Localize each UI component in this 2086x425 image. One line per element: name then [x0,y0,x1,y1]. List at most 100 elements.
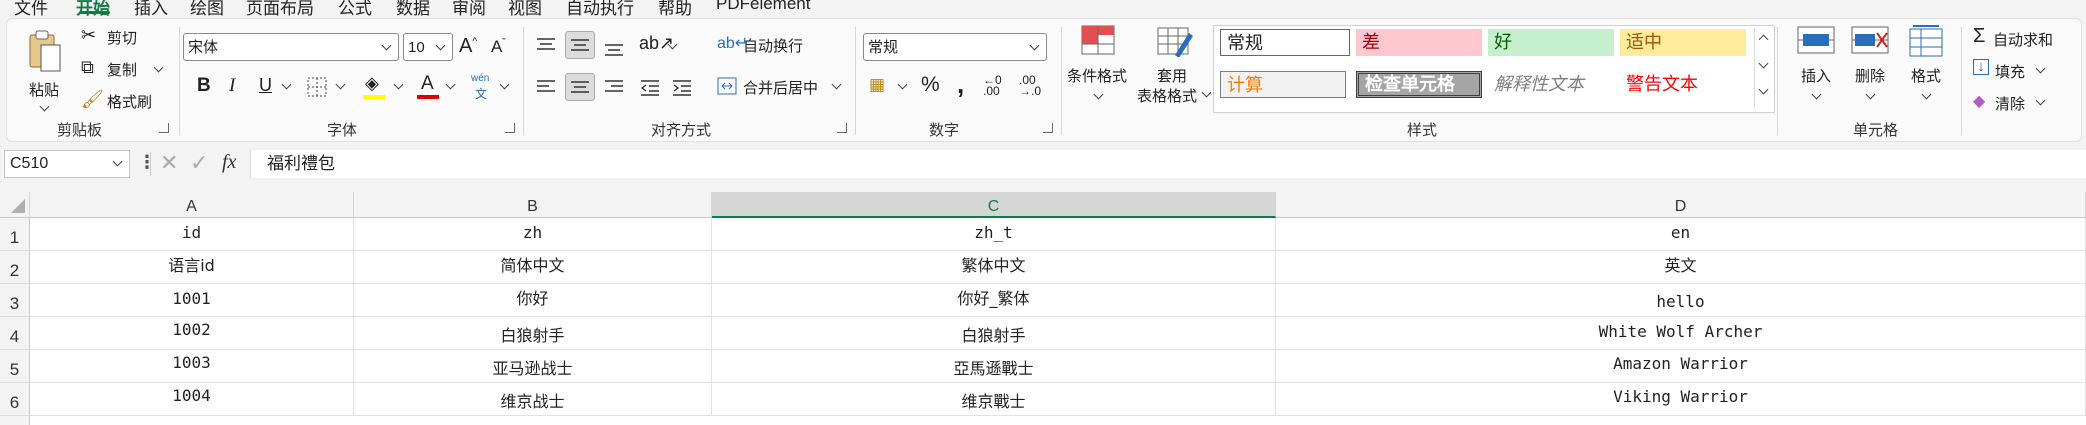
borders-icon[interactable] [307,77,327,97]
menu-data[interactable]: 数据 [396,0,430,16]
column-header-b[interactable]: B [354,192,712,218]
merge-center-button[interactable]: 合并后居中 [717,73,849,99]
accounting-dropdown-icon[interactable] [897,79,908,90]
cell-b1[interactable]: zh [354,218,712,251]
row-header-6[interactable]: 6 [0,383,30,416]
wrap-text-button[interactable]: ab↵ 自动换行 [717,31,837,57]
menu-page-layout[interactable]: 页面布局 [246,0,314,16]
decrease-decimal-icon[interactable]: .00 →.0 [1019,74,1041,97]
menu-review[interactable]: 审阅 [452,0,486,16]
format-painter-button[interactable]: 🖌 格式刷 [81,89,181,113]
style-warning[interactable]: 警告文本 [1620,71,1746,98]
cell-d2[interactable]: 英文 [1276,251,2086,284]
cell-c1[interactable]: zh_t [712,218,1276,251]
cell-d5[interactable]: Amazon Warrior [1276,350,2086,383]
autosum-button[interactable]: Σ 自动求和 [1973,25,2081,51]
cell-a5[interactable]: 1003 [30,350,354,383]
align-center-button[interactable] [565,73,595,101]
cell-d4[interactable]: White Wolf Archer [1276,317,2086,350]
font-name-select[interactable]: 宋体 [183,33,399,61]
fill-button[interactable]: ↓ 填充 [1973,59,2081,83]
delete-cells-button[interactable]: 删除 [1847,25,1893,109]
cell-b4[interactable]: 白狼射手 [354,317,712,350]
scroll-down-icon[interactable] [1758,58,1769,69]
column-header-d[interactable]: D [1276,192,2086,218]
scroll-up-icon[interactable] [1758,34,1769,45]
cell-d1[interactable]: en [1276,218,2086,251]
cell-b3[interactable]: 你好 [354,284,712,317]
decrease-font-icon[interactable]: Aˇ [491,37,506,57]
row-header-7[interactable] [0,416,30,425]
insert-function-icon[interactable]: fx [222,151,236,174]
paste-button[interactable]: 粘贴 [21,27,67,115]
select-all-corner[interactable] [0,192,30,218]
row-header-4[interactable]: 4 [0,317,30,350]
clipboard-launcher-icon[interactable] [159,123,169,133]
menu-view[interactable]: 视图 [508,0,542,16]
cancel-icon[interactable]: ✕ [160,150,178,176]
menu-draw[interactable]: 绘图 [190,0,224,16]
gallery-more-icon[interactable] [1758,84,1769,95]
formula-input[interactable]: 福利禮包 [250,150,2086,178]
phonetic-dropdown-icon[interactable] [499,79,510,90]
gallery-scroll[interactable] [1754,28,1771,108]
style-normal[interactable]: 常规 [1220,29,1350,56]
copy-button[interactable]: ⧉ 复制 [81,57,181,81]
cell-a3[interactable]: 1001 [30,284,354,317]
cell-b5[interactable]: 亚马逊战士 [354,350,712,383]
font-color-dropdown-icon[interactable] [445,79,456,90]
cell-a2[interactable]: 语言id [30,251,354,284]
font-size-select[interactable]: 10 [403,33,453,61]
underline-icon[interactable]: U [259,75,272,96]
align-left-icon[interactable] [535,77,557,97]
cut-button[interactable]: ✂ 剪切 [81,25,181,49]
menu-file[interactable]: 文件 [14,0,48,16]
menu-help[interactable]: 帮助 [658,0,692,16]
style-check-cell[interactable]: 检查单元格 [1356,71,1482,98]
decrease-indent-icon[interactable] [639,77,661,97]
column-header-a[interactable]: A [30,192,354,218]
row-header-5[interactable]: 5 [0,350,30,383]
percent-icon[interactable]: % [921,73,940,97]
number-format-select[interactable]: 常规 [863,33,1047,61]
format-as-table-button[interactable]: 套用 表格格式 [1137,25,1212,109]
align-top-icon[interactable] [535,35,557,55]
column-header-c[interactable]: C [712,192,1276,218]
number-launcher-icon[interactable] [1043,123,1053,133]
row-header-3[interactable]: 3 [0,284,30,317]
cell-a4[interactable]: 1002 [30,317,354,350]
conditional-formatting-button[interactable]: 条件格式 [1065,25,1135,109]
menu-pdfelement[interactable]: PDFelement [716,0,810,14]
font-launcher-icon[interactable] [505,123,515,133]
cell-a6[interactable]: 1004 [30,383,354,416]
align-right-icon[interactable] [603,77,625,97]
align-middle-button[interactable] [565,31,595,59]
phonetic-guide-icon[interactable]: wén [471,73,489,84]
cell-d6[interactable]: Viking Warrior [1276,383,2086,416]
accounting-icon[interactable]: ▦ [869,75,885,95]
row-header-2[interactable]: 2 [0,251,30,284]
style-neutral[interactable]: 适中 [1620,29,1746,56]
increase-indent-icon[interactable] [671,77,693,97]
bold-icon[interactable]: B [197,75,211,97]
fill-color-icon[interactable]: ◈ [365,73,379,94]
clear-button[interactable]: ◆ 清除 [1973,91,2081,115]
cell-b2[interactable]: 简体中文 [354,251,712,284]
cell-c3[interactable]: 你好_繁体 [712,284,1276,317]
style-calculation[interactable]: 计算 [1220,71,1346,98]
underline-dropdown-icon[interactable] [281,79,292,90]
comma-style-icon[interactable]: , [957,69,964,100]
menu-formulas[interactable]: 公式 [338,0,372,16]
cell-c4[interactable]: 白狼射手 [712,317,1276,350]
style-good[interactable]: 好 [1488,29,1614,56]
cell-b6[interactable]: 维京战士 [354,383,712,416]
borders-dropdown-icon[interactable] [335,79,346,90]
style-explanatory[interactable]: 解释性文本 [1488,71,1614,98]
increase-decimal-icon[interactable]: ←0.00 [983,74,1002,97]
format-cells-button[interactable]: 格式 [1903,25,1949,109]
cell-c5[interactable]: 亞馬遜戰士 [712,350,1276,383]
name-box[interactable]: C510 [4,150,130,178]
enter-icon[interactable]: ✓ [190,150,208,176]
cell-c6[interactable]: 维京戰士 [712,383,1276,416]
increase-font-icon[interactable]: A^ [459,35,477,58]
